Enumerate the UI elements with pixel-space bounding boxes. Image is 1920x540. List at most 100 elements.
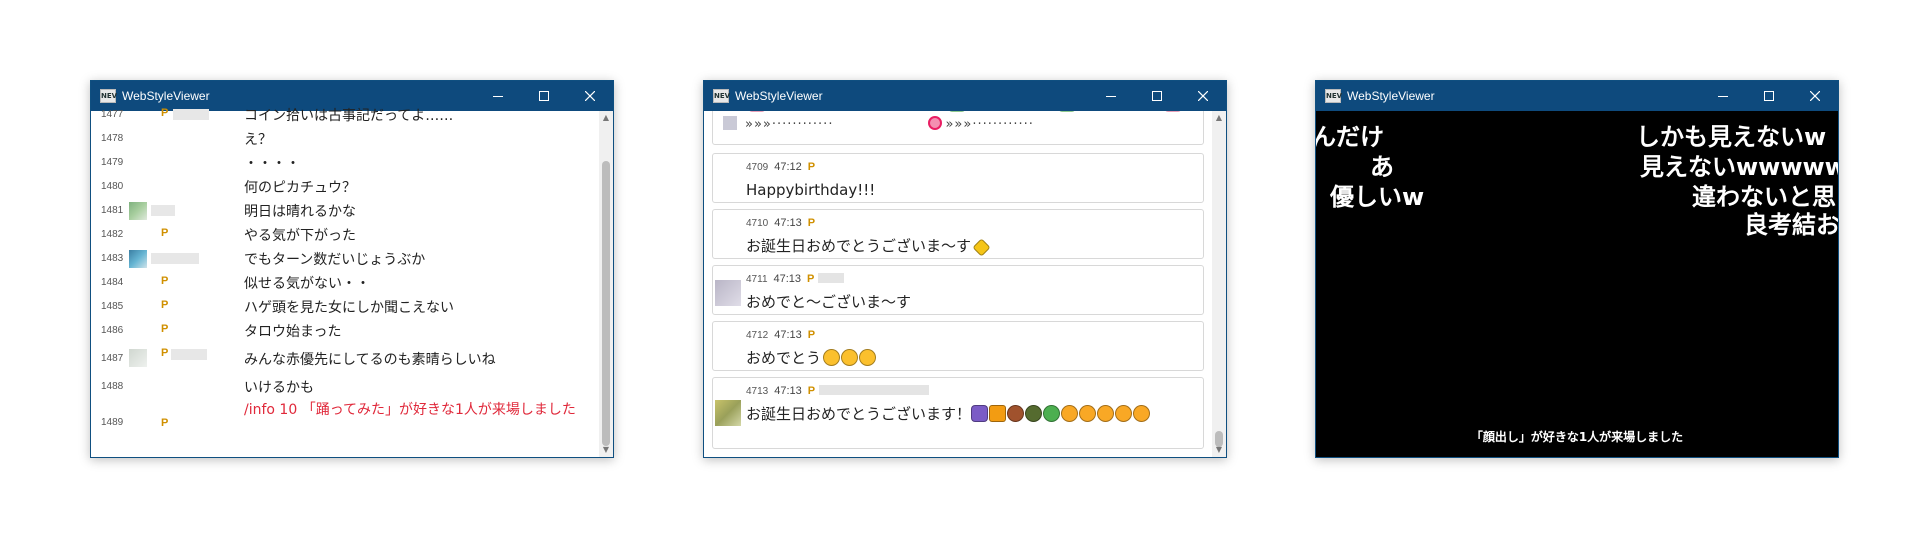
list-item[interactable]: 1483 でもターン数だいじょうぶか [91, 247, 599, 271]
list-item[interactable]: 1477 P コイン拾いは古事記だってよ…… [91, 103, 599, 127]
premium-badge: P [807, 161, 816, 173]
comment-number: 1480 [101, 181, 124, 192]
emoji-icon [1059, 111, 1075, 112]
close-button[interactable] [1180, 81, 1226, 111]
comment-list[interactable]: 1477 P コイン拾いは古事記だってよ…… 1478 え？ 1479 ・・・・… [91, 103, 599, 457]
emoji-icon [1165, 111, 1181, 112]
user-name [171, 349, 207, 360]
comment-text: ・・・・ [244, 156, 300, 172]
smile-emoji-icon [841, 349, 859, 366]
comment-number: 1485 [101, 301, 124, 312]
premium-badge: P [161, 107, 169, 119]
smile-emoji-icon [823, 349, 841, 366]
minimize-button[interactable] [1088, 81, 1134, 111]
vertical-scrollbar[interactable]: ▲ ▼ [599, 111, 613, 457]
premium-badge: P [161, 417, 169, 429]
premium-badge: P [161, 347, 169, 359]
premium-badge: P [161, 275, 169, 287]
comment-card[interactable]: 4709 47:12 P Happybirthday!!! [712, 153, 1204, 203]
comment-number: 1487 [101, 353, 124, 364]
maximize-button[interactable] [1746, 81, 1792, 111]
pineapple-emoji-icon [1025, 405, 1043, 422]
list-item[interactable]: 1480 何のピカチュウ？ [91, 175, 599, 199]
comment-card[interactable]: »»»············ »»»············ [712, 111, 1204, 145]
comment-time: 47:13 [773, 273, 802, 285]
comment-card[interactable]: 4710 47:13 P お誕生日おめでとうございま～す [712, 209, 1204, 259]
comment-text: おめでと～ございま～す [746, 293, 912, 311]
list-item[interactable]: 1478 え？ [91, 127, 599, 151]
comment-card[interactable]: 4712 47:13 P おめでとう [712, 321, 1204, 371]
scroll-down-arrow-icon[interactable]: ▼ [1212, 443, 1226, 457]
comment-text: コイン拾いは古事記だってよ…… [244, 108, 454, 124]
scroll-up-arrow-icon[interactable]: ▲ [1212, 111, 1226, 125]
comment-text: »»»············ [945, 117, 1034, 132]
comment-text: 明日は晴れるかな [244, 204, 356, 220]
title-bar[interactable]: NEV WebStyleViewer [1316, 81, 1838, 111]
clap-emoji-icon [1115, 405, 1133, 422]
comment-number: 1481 [101, 205, 124, 216]
carrot-emoji-icon [989, 405, 1007, 422]
list-item[interactable]: 1484 P 似せる気がない・・ [91, 271, 599, 295]
comment-card[interactable]: 4711 47:13 P おめでと～ございま～す [712, 265, 1204, 315]
list-item[interactable]: 1481 明日は晴れるかな [91, 199, 599, 223]
user-name [818, 273, 845, 283]
app-icon: NEV [100, 89, 117, 103]
info-comment-text: /info 10 「踊ってみた」が好きな1人が来場しました [244, 402, 576, 418]
comment-text: お誕生日おめでとうございま～す [746, 237, 972, 255]
list-item[interactable]: 1488 いけるかも [91, 375, 599, 399]
avatar [129, 349, 147, 367]
avatar [129, 202, 147, 220]
maximize-button[interactable] [1134, 81, 1180, 111]
grapes-emoji-icon [971, 405, 989, 422]
comment-meta: 4709 47:12 P [746, 161, 815, 173]
list-item[interactable]: 1487 P みんな赤優先にしてるのも素晴らしいね [91, 343, 599, 375]
flowing-comment: 優しいw [1330, 183, 1425, 211]
comment-number: 1488 [101, 381, 124, 392]
comment-number: 1484 [101, 277, 124, 288]
comment-time: 47:13 [774, 329, 802, 341]
list-item[interactable]: 1485 P ハゲ頭を見た女にしか聞こえない [91, 295, 599, 319]
comment-card[interactable]: 4713 47:13 P お誕生日おめでとうございます！ [712, 377, 1204, 449]
minimize-button[interactable] [1700, 81, 1746, 111]
comment-time: 47:13 [774, 217, 802, 229]
scroll-down-arrow-icon[interactable]: ▼ [599, 443, 613, 457]
comment-text: »»»············ [745, 117, 834, 132]
avatar [723, 116, 737, 130]
comment-meta: 4712 47:13 P [746, 329, 815, 341]
list-item[interactable]: 1489 P /info 10 「踊ってみた」が好きな1人が来場しました [91, 399, 599, 447]
comment-text: 似せる気がない・・ [244, 276, 370, 292]
cake-emoji-icon [1007, 405, 1025, 422]
vertical-scrollbar[interactable]: ▲ ▼ [1212, 111, 1226, 457]
comment-number: 4712 [746, 330, 769, 341]
comment-text: Happybirthday!!! [746, 181, 876, 199]
comment-text: お誕生日おめでとうございます！ [746, 405, 972, 423]
user-name [819, 385, 930, 395]
comment-meta: 4710 47:13 P [746, 217, 815, 229]
list-item[interactable]: 1486 P タロウ始まった [91, 319, 599, 343]
comment-text: タロウ始まった [244, 324, 342, 340]
title-bar[interactable]: NEV WebStyleViewer [704, 81, 1226, 111]
comment-body: お誕生日おめでとうございます！ [746, 404, 1195, 424]
premium-badge: P [807, 217, 816, 229]
app-icon: NEV [713, 89, 730, 103]
premium-badge: P [161, 227, 169, 239]
list-item[interactable]: 1482 P やる気が下がった [91, 223, 599, 247]
comment-time: 47:12 [774, 161, 802, 173]
scroll-up-arrow-icon[interactable]: ▲ [599, 111, 613, 125]
comment-overlay-window: NEV WebStyleViewer んだけ あ 優しいw しかも見えないw 見… [1315, 80, 1839, 458]
comment-card-window: NEV WebStyleViewer »»»············ »»»···… [703, 80, 1227, 458]
comment-number: 1479 [101, 157, 124, 168]
user-name [151, 253, 199, 264]
window-title: WebStyleViewer [735, 89, 823, 103]
close-button[interactable] [1792, 81, 1838, 111]
comment-text: でもターン数だいじょうぶか [244, 252, 426, 268]
comment-card-list[interactable]: »»»············ »»»············ 4709 47:12… [704, 111, 1212, 457]
scroll-thumb[interactable] [602, 161, 610, 446]
list-item[interactable]: 1479 ・・・・ [91, 151, 599, 175]
comment-text: 何のピカチュウ？ [244, 180, 356, 196]
comment-text: やる気が下がった [244, 228, 356, 244]
info-notice: 「顔出し」が好きな1人が来場しました [1470, 430, 1684, 444]
comment-number: 4709 [746, 162, 769, 173]
premium-badge: P [807, 385, 816, 397]
premium-badge: P [161, 323, 169, 335]
